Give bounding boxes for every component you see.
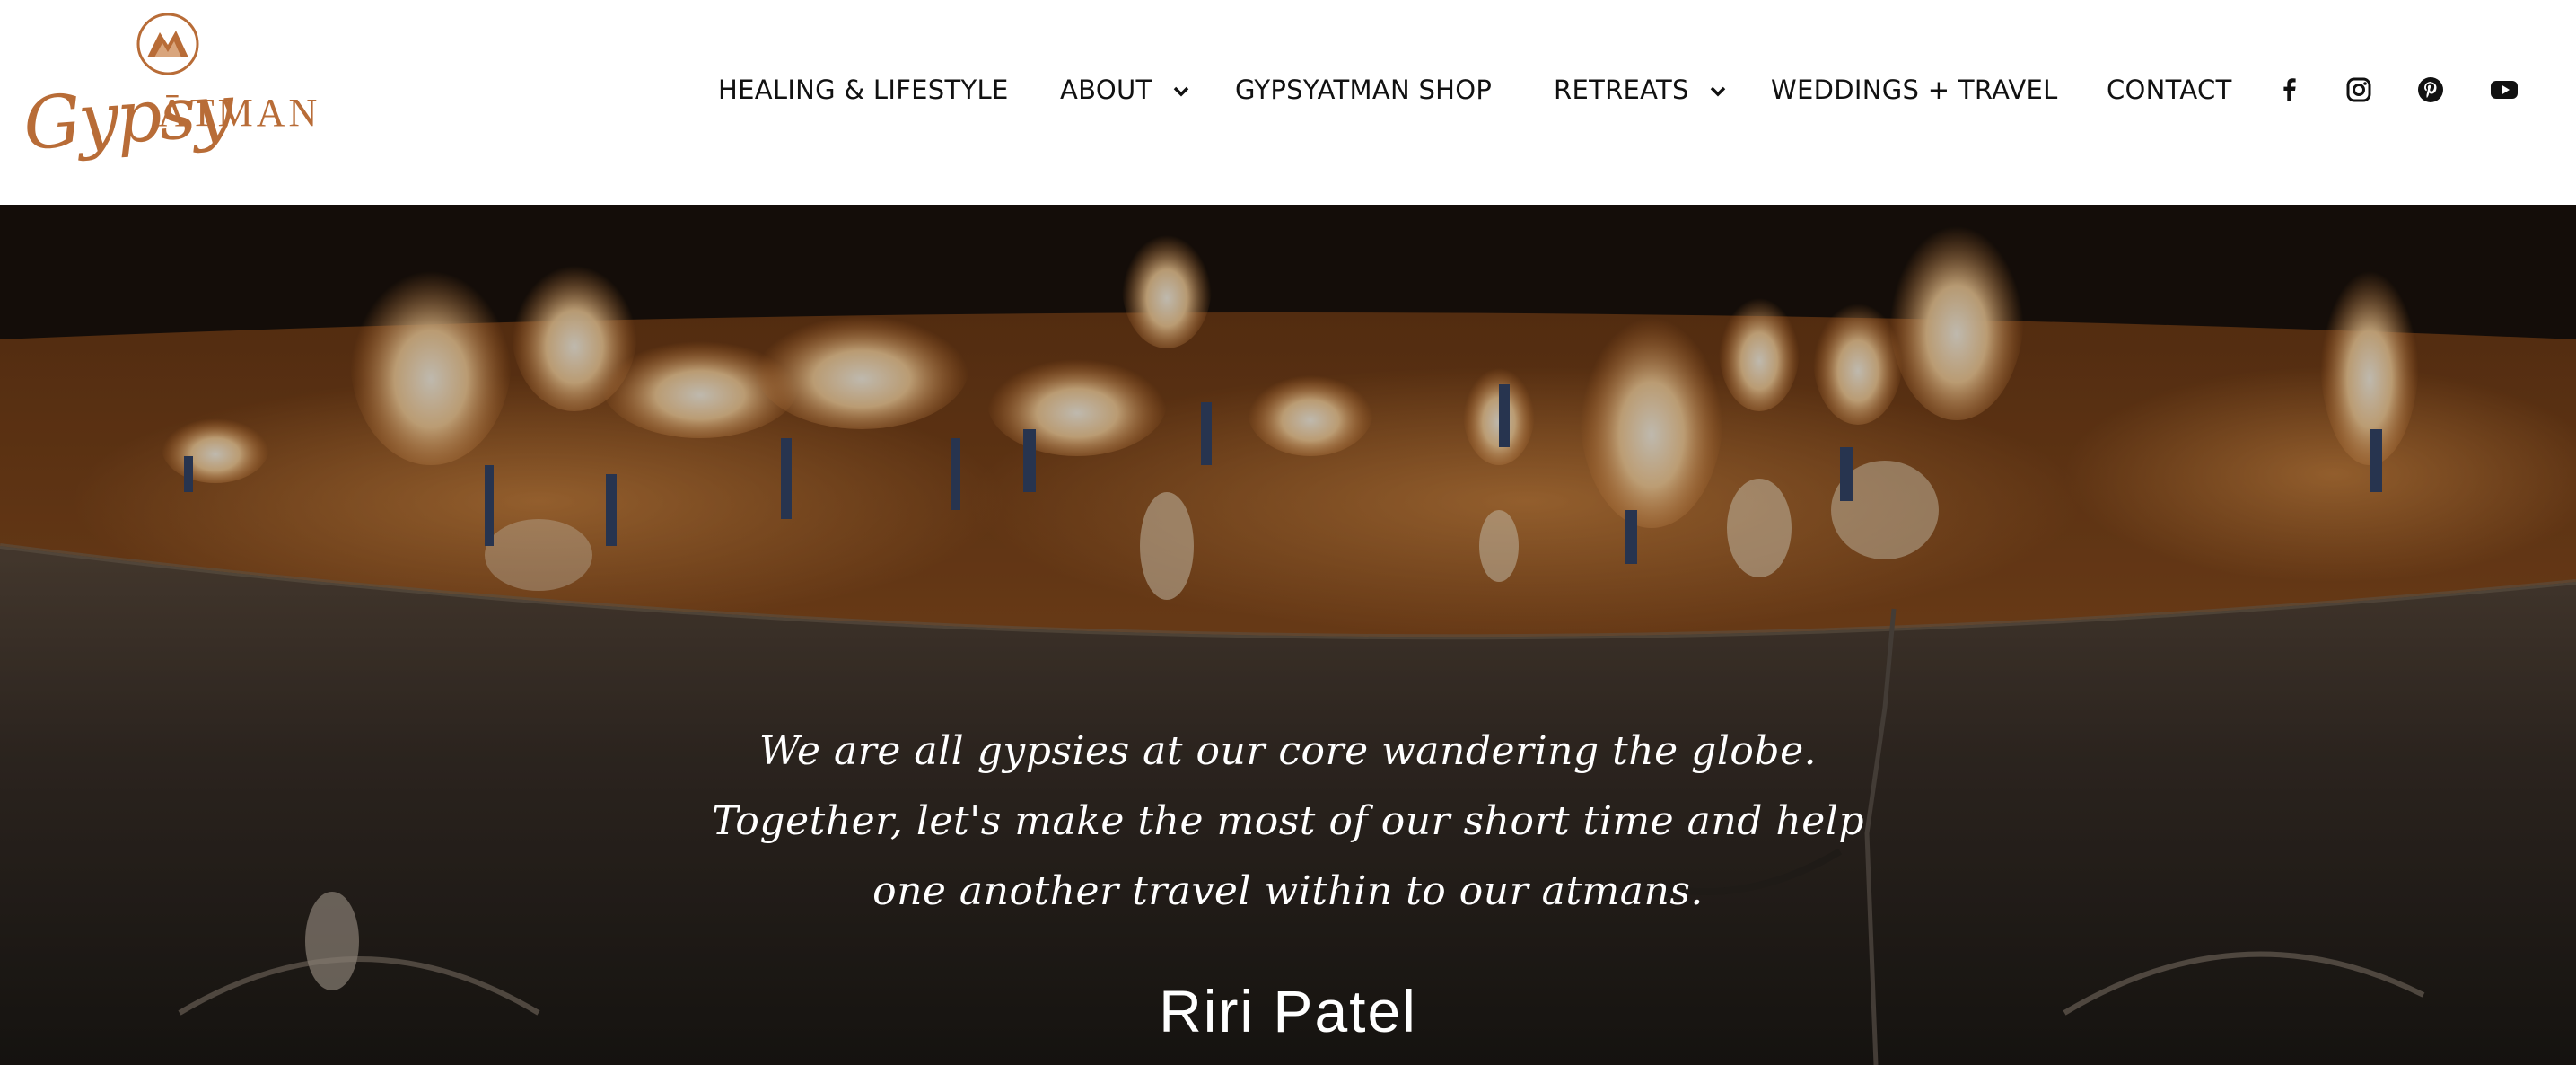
nav-item-label: CONTACT bbox=[2107, 75, 2232, 105]
facebook-icon[interactable] bbox=[2272, 72, 2308, 108]
site-logo[interactable]: Gypsy ĀTMAN bbox=[18, 11, 323, 177]
chevron-down-icon bbox=[1173, 86, 1189, 97]
quote-author: Riri Patel bbox=[1159, 978, 1417, 1044]
nav-item-label: HEALING & LIFESTYLE bbox=[718, 75, 1009, 105]
chevron-down-icon bbox=[1711, 86, 1726, 97]
hero-dark-overlay bbox=[0, 205, 2576, 1065]
nav-item-retreats[interactable]: RETREATS bbox=[1554, 72, 1726, 108]
nav-item-healing-lifestyle[interactable]: HEALING & LIFESTYLE bbox=[718, 72, 1009, 108]
nav-item-contact[interactable]: CONTACT bbox=[2107, 72, 2232, 108]
nav-item-gypsyatman-shop[interactable]: GYPSYATMAN SHOP bbox=[1235, 72, 1492, 108]
hero-quote: We are all gypsies at our core wandering… bbox=[711, 728, 1865, 914]
instagram-icon[interactable] bbox=[2341, 72, 2377, 108]
mountain-emblem-icon bbox=[136, 13, 199, 75]
logo-atman-text: ĀTMAN bbox=[158, 91, 321, 135]
nav-item-about[interactable]: ABOUT bbox=[1060, 72, 1189, 108]
nav-item-label: RETREATS bbox=[1554, 75, 1689, 105]
hero-section: We are all gypsies at our core wandering… bbox=[0, 205, 2576, 1065]
nav-item-label: ABOUT bbox=[1060, 75, 1152, 105]
site-header: Gypsy ĀTMAN HEALING & LIFESTYLE ABOUT GY… bbox=[0, 0, 2576, 205]
pinterest-icon[interactable] bbox=[2413, 72, 2449, 108]
nav-item-label: GYPSYATMAN SHOP bbox=[1235, 75, 1493, 105]
youtube-icon[interactable] bbox=[2486, 72, 2522, 108]
nav-item-label: WEDDINGS + TRAVEL bbox=[1771, 75, 2058, 105]
nav-item-weddings-travel[interactable]: WEDDINGS + TRAVEL bbox=[1771, 72, 2058, 108]
